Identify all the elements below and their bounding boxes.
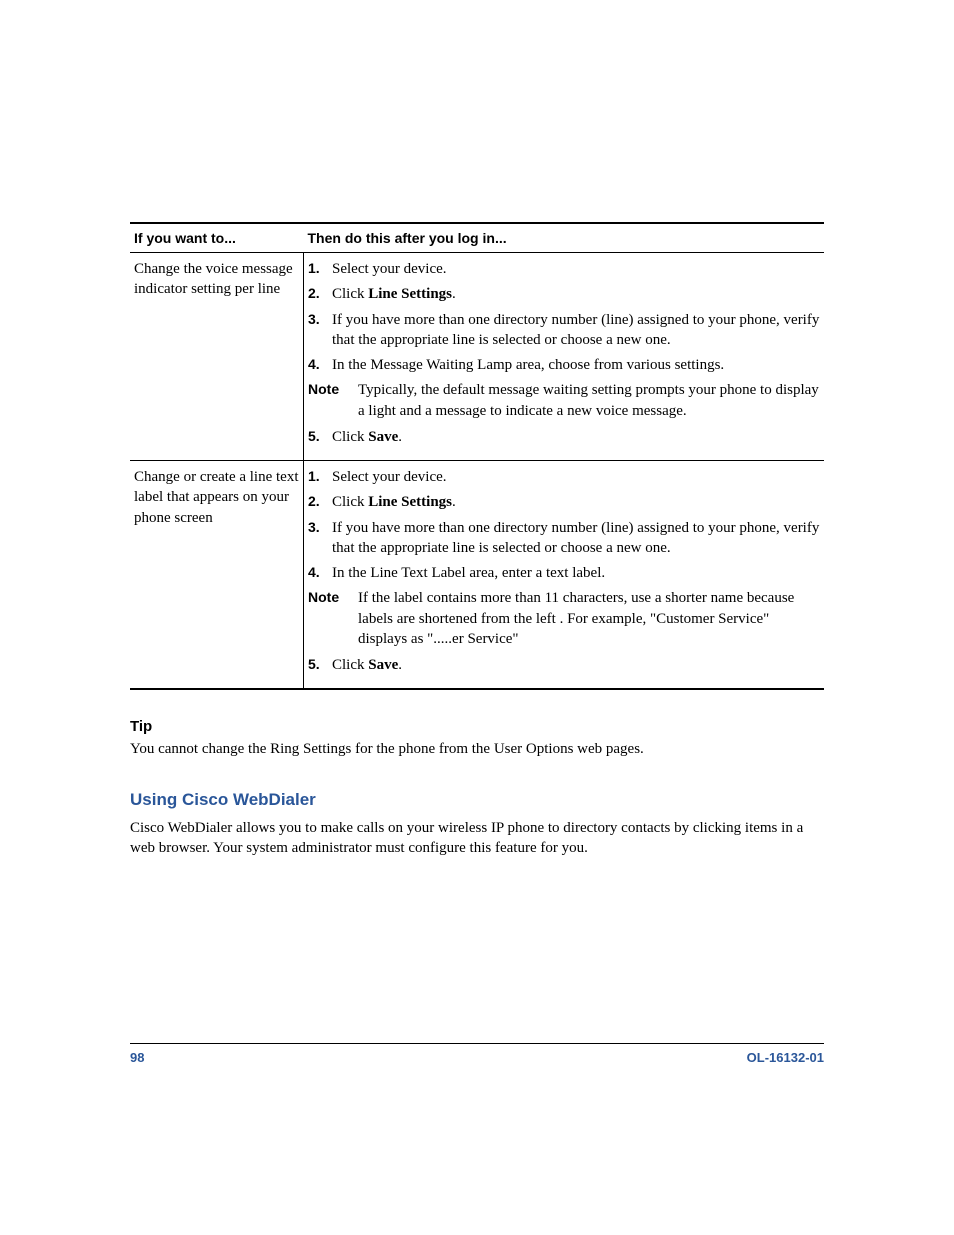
page: If you want to... Then do this after you…	[0, 0, 954, 1235]
row-goal: Change or create a line text label that …	[130, 461, 304, 690]
row-steps-cell: 1.Select your device. 2.Click Line Setti…	[304, 461, 825, 690]
page-number: 98	[130, 1050, 144, 1065]
note-label: Note	[308, 588, 358, 649]
page-footer: 98 OL-16132-01	[130, 1043, 824, 1065]
table-row: Change the voice message indicator setti…	[130, 253, 824, 461]
note: Note Typically, the default message wait…	[308, 380, 820, 421]
col-header-left: If you want to...	[130, 223, 304, 253]
step-text: Click Save.	[332, 655, 820, 675]
step-number: 1.	[308, 259, 332, 279]
section-body: Cisco WebDialer allows you to make calls…	[130, 818, 824, 859]
step-text: Click Save.	[332, 427, 820, 447]
step-text: If you have more than one directory numb…	[332, 518, 820, 559]
step-number: 3.	[308, 518, 332, 559]
note-label: Note	[308, 380, 358, 421]
tip-body: You cannot change the Ring Settings for …	[130, 739, 824, 759]
step-text: Select your device.	[332, 467, 820, 487]
step-number: 2.	[308, 284, 332, 304]
step-text: If you have more than one directory numb…	[332, 310, 820, 351]
row-steps-cell: 1.Select your device. 2.Click Line Setti…	[304, 253, 825, 461]
step-text: In the Line Text Label area, enter a tex…	[332, 563, 820, 583]
step-number: 3.	[308, 310, 332, 351]
section-heading: Using Cisco WebDialer	[130, 790, 824, 810]
row-goal: Change the voice message indicator setti…	[130, 253, 304, 461]
col-header-right: Then do this after you log in...	[304, 223, 825, 253]
step-number: 5.	[308, 655, 332, 675]
step-number: 4.	[308, 563, 332, 583]
tip-heading: Tip	[130, 718, 824, 735]
step-number: 2.	[308, 492, 332, 512]
table-row: Change or create a line text label that …	[130, 461, 824, 690]
step-text: Select your device.	[332, 259, 820, 279]
instruction-table: If you want to... Then do this after you…	[130, 222, 824, 690]
step-text: In the Message Waiting Lamp area, choose…	[332, 355, 820, 375]
step-text: Click Line Settings.	[332, 284, 820, 304]
step-number: 5.	[308, 427, 332, 447]
note-text: If the label contains more than 11 chara…	[358, 588, 820, 649]
step-text: Click Line Settings.	[332, 492, 820, 512]
note: Note If the label contains more than 11 …	[308, 588, 820, 649]
doc-id: OL-16132-01	[747, 1050, 824, 1065]
note-text: Typically, the default message waiting s…	[358, 380, 820, 421]
step-number: 4.	[308, 355, 332, 375]
step-number: 1.	[308, 467, 332, 487]
